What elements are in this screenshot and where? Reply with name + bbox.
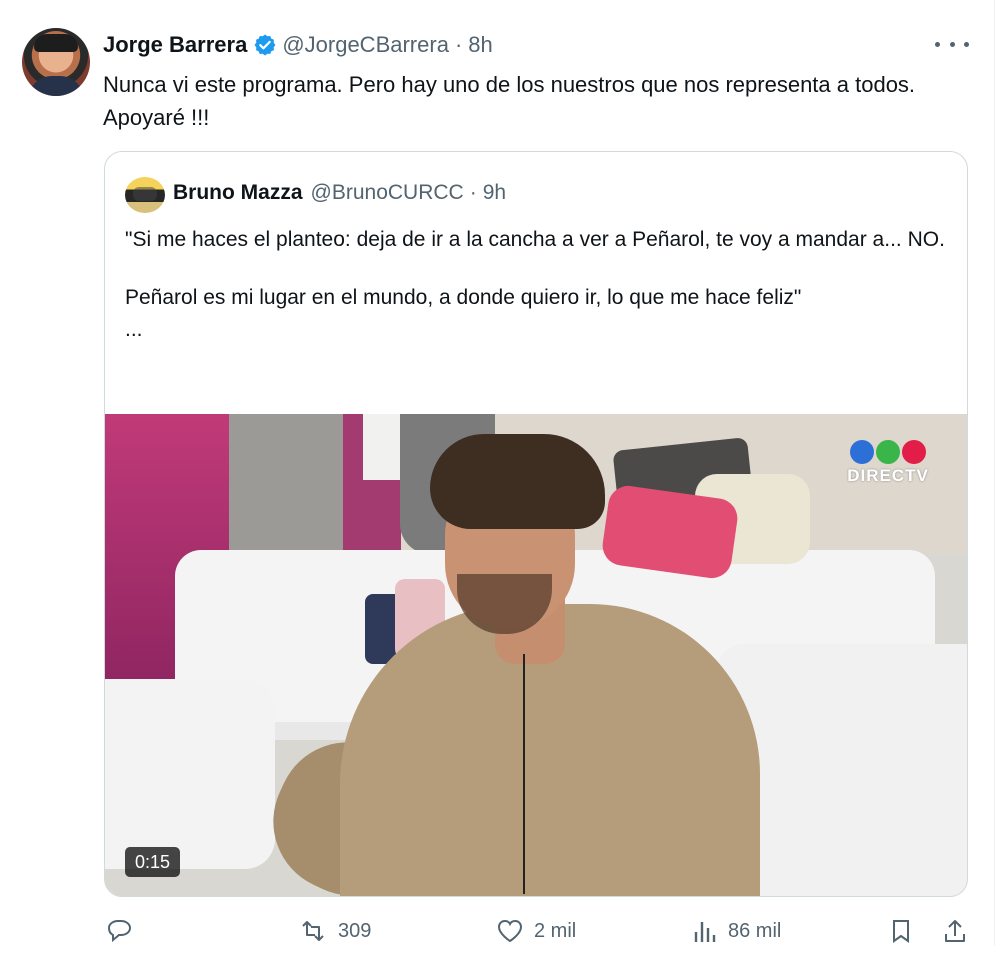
- quoted-tweet[interactable]: Bruno Mazza @BrunoCURCC · 9h "Si me hace…: [104, 151, 968, 897]
- reply-icon: [107, 920, 132, 943]
- author-avatar[interactable]: [22, 28, 90, 96]
- directv-logo: DIRECTV: [845, 440, 931, 490]
- quoted-ellipsis: ...: [125, 318, 143, 341]
- repost-button[interactable]: 309: [298, 918, 371, 944]
- divider: [994, 0, 995, 946]
- timestamp[interactable]: 8h: [468, 32, 492, 58]
- quoted-paragraph-1: "Si me haces el planteo: deja de ir a la…: [125, 228, 945, 251]
- video-duration-badge: 0:15: [125, 847, 181, 877]
- tweet-header: Jorge Barrera @JorgeCBarrera · 8h: [103, 30, 493, 60]
- like-count: 2 mil: [534, 919, 577, 942]
- quoted-author-handle[interactable]: @BrunoCURCC: [311, 181, 464, 205]
- bookmark-icon: [893, 920, 909, 943]
- logo-dot-red: [902, 440, 926, 464]
- views-count: 86 mil: [728, 919, 782, 942]
- action-bar: 309 2 mil 86 mil: [0, 918, 1000, 958]
- author-name[interactable]: Jorge Barrera: [103, 32, 247, 58]
- repost-icon: [302, 921, 324, 941]
- quoted-author-name[interactable]: Bruno Mazza: [173, 181, 303, 205]
- views-button[interactable]: 86 mil: [692, 918, 781, 944]
- logo-dot-green: [876, 440, 900, 464]
- quoted-avatar[interactable]: [125, 177, 165, 213]
- like-button[interactable]: 2 mil: [496, 918, 576, 944]
- video-player[interactable]: DIRECTV 0:15: [105, 414, 967, 896]
- bookmark-button[interactable]: [889, 918, 923, 944]
- logo-text: DIRECTV: [847, 466, 929, 485]
- verified-icon: [253, 33, 277, 57]
- separator: ·: [454, 32, 463, 57]
- tweet-text: Nunca vi este programa. Pero hay uno de …: [103, 72, 916, 130]
- repost-count: 309: [338, 919, 372, 942]
- quoted-text: "Si me haces el planteo: deja de ir a la…: [125, 224, 955, 346]
- more-icon[interactable]: [935, 34, 969, 54]
- views-icon: [694, 922, 716, 942]
- reply-button[interactable]: [104, 918, 144, 944]
- author-handle[interactable]: @JorgeCBarrera: [282, 32, 449, 58]
- share-button[interactable]: [942, 918, 978, 944]
- quoted-header: Bruno Mazza @BrunoCURCC · 9h: [173, 181, 506, 205]
- tweet[interactable]: Jorge Barrera @JorgeCBarrera · 8h Nunca …: [0, 0, 1000, 946]
- separator: ·: [469, 181, 477, 204]
- share-icon: [945, 920, 965, 942]
- quoted-timestamp[interactable]: 9h: [483, 181, 506, 205]
- logo-dot-blue: [850, 440, 874, 464]
- quoted-paragraph-2: Peñarol es mi lugar en el mundo, a donde…: [125, 286, 802, 309]
- like-icon: [497, 919, 523, 943]
